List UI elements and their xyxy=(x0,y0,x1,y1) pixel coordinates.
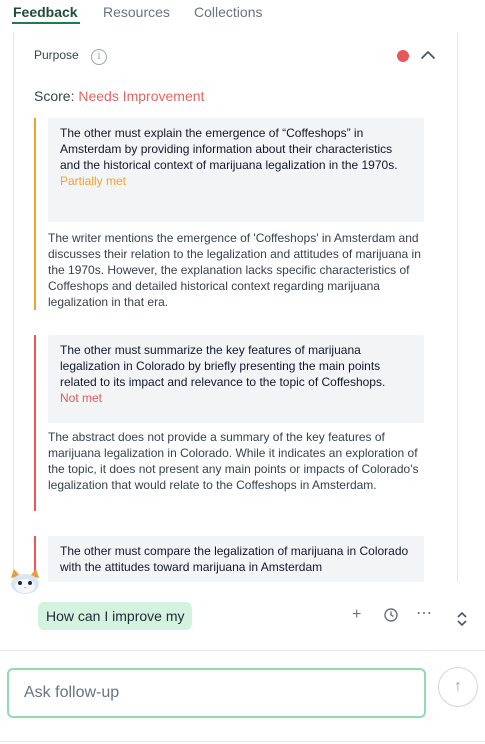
criterion-explanation: The abstract does not provide a summary … xyxy=(48,430,419,492)
cat-avatar-icon xyxy=(11,569,39,594)
divider xyxy=(0,650,485,651)
criterion-explanation: The writer mentions the emergence of 'Co… xyxy=(48,231,421,309)
criterion-status: Not met xyxy=(60,391,103,405)
criterion-text: The other must explain the emergence of … xyxy=(60,126,398,172)
criterion-text: The other must summarize the key feature… xyxy=(60,343,386,389)
criterion-item: The other must summarize the key feature… xyxy=(34,335,438,511)
score: Score: Needs Improvement xyxy=(34,88,204,104)
send-button[interactable]: ↑ xyxy=(438,667,478,707)
expand-icon[interactable] xyxy=(455,610,469,628)
history-icon[interactable] xyxy=(383,607,399,623)
section-title: Purpose xyxy=(34,48,79,62)
more-icon[interactable]: ⋯ xyxy=(416,603,432,623)
plus-icon[interactable]: + xyxy=(352,606,361,624)
suggestion-chip[interactable]: How can I improve my xyxy=(38,602,193,630)
tab-feedback[interactable]: Feedback xyxy=(13,4,78,20)
divider xyxy=(0,741,485,742)
tab-bar: Feedback Resources Collections xyxy=(0,0,485,24)
active-tab-indicator xyxy=(12,22,80,24)
chevron-up-icon[interactable] xyxy=(419,46,437,64)
criterion-box: The other must explain the emergence of … xyxy=(48,118,424,222)
info-icon[interactable]: i xyxy=(91,49,107,65)
criterion-status: Partially met xyxy=(60,174,127,188)
tab-collections[interactable]: Collections xyxy=(194,4,262,20)
status-indicator xyxy=(397,50,409,62)
criterion-item: The other must explain the emergence of … xyxy=(34,118,438,310)
criterion-text: The other must compare the legalization … xyxy=(60,544,409,574)
score-label: Score: xyxy=(34,88,75,104)
arrow-up-icon: ↑ xyxy=(454,678,462,695)
tab-resources[interactable]: Resources xyxy=(103,4,170,20)
follow-up-input[interactable] xyxy=(7,668,426,718)
score-value: Needs Improvement xyxy=(78,88,205,104)
criterion-box: The other must summarize the key feature… xyxy=(48,335,424,423)
